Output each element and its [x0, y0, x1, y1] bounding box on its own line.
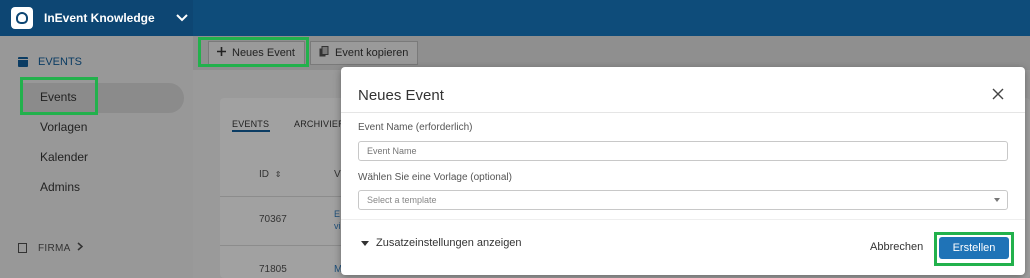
event-name-label: Event Name (erforderlich): [358, 122, 473, 133]
caret-down-icon: [994, 198, 1000, 202]
tab-archiviert[interactable]: ARCHIVIER: [294, 119, 345, 129]
tab-active-underline: [232, 130, 270, 132]
column-header-partial: V: [334, 169, 341, 180]
table-cell-id: 71805: [259, 264, 287, 275]
sidebar-item-admins[interactable]: Admins: [40, 180, 80, 194]
template-select[interactable]: Select a template: [358, 190, 1008, 210]
modal-divider: [341, 112, 1025, 113]
chevron-right-icon: [77, 242, 83, 254]
modal-title: Neues Event: [358, 87, 444, 104]
table-cell-link[interactable]: E: [334, 209, 340, 219]
modal-divider: [341, 219, 1025, 220]
close-icon[interactable]: [992, 87, 1006, 101]
copy-event-label: Event kopieren: [335, 47, 409, 59]
copy-event-button[interactable]: Event kopieren: [310, 41, 418, 65]
calendar-icon: [18, 57, 28, 67]
sidebar-item-kalender[interactable]: Kalender: [40, 150, 88, 164]
extra-settings-toggle[interactable]: Zusatzeinstellungen anzeigen: [361, 237, 522, 249]
sort-icon: ⇕: [274, 170, 282, 179]
highlight-events-item: [20, 77, 98, 115]
app-title: InEvent Knowledge: [44, 11, 155, 25]
tab-events[interactable]: EVENTS: [232, 119, 269, 129]
firma-label: FIRMA: [38, 242, 71, 254]
workspace-switcher[interactable]: InEvent Knowledge: [0, 0, 193, 36]
highlight-create-button: [934, 232, 1014, 266]
chevron-down-icon[interactable]: [175, 11, 189, 25]
column-header-id[interactable]: ID ⇕: [259, 169, 281, 180]
table-divider: [220, 245, 350, 246]
new-event-modal: Neues Event Event Name (erforderlich) Wä…: [341, 67, 1025, 275]
highlight-new-event-button: [198, 37, 309, 67]
event-name-input[interactable]: [358, 141, 1008, 161]
top-bar: InEvent Knowledge: [0, 0, 1030, 36]
sidebar-section-events[interactable]: EVENTS: [18, 56, 82, 68]
extra-settings-label: Zusatzeinstellungen anzeigen: [376, 237, 522, 249]
template-select-value: Select a template: [367, 195, 437, 205]
cancel-button[interactable]: Abbrechen: [870, 241, 923, 253]
template-label: Wählen Sie eine Vorlage (optional): [358, 172, 512, 183]
table-divider: [220, 196, 350, 197]
sidebar-section-label: EVENTS: [38, 56, 83, 68]
caret-down-icon: [361, 240, 369, 246]
column-header-id-label: ID: [259, 169, 269, 180]
sidebar-item-vorlagen[interactable]: Vorlagen: [40, 120, 87, 134]
building-icon: [18, 243, 27, 253]
copy-icon: [319, 46, 329, 60]
sidebar: EVENTS Events Vorlagen Kalender Admins F…: [0, 36, 193, 278]
app-logo-icon: [11, 7, 33, 29]
sidebar-section-firma[interactable]: FIRMA: [18, 242, 83, 254]
table-cell-id: 70367: [259, 214, 287, 225]
table-cell-link-cont[interactable]: vi: [334, 221, 341, 231]
